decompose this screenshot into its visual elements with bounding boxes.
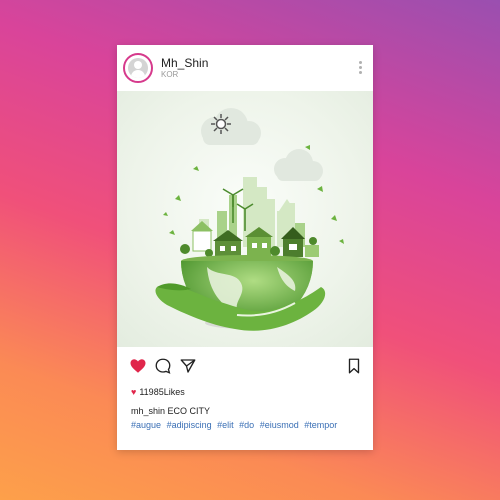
hashtag[interactable]: #augue (131, 420, 161, 430)
post-caption: mh_shin ECO CITY (131, 406, 210, 416)
caption-text: ECO CITY (167, 406, 211, 416)
post-image[interactable] (117, 91, 373, 347)
hashtag[interactable]: #tempor (304, 420, 337, 430)
likes-count[interactable]: ♥ 11985Likes (131, 387, 185, 397)
bookmark-icon[interactable] (345, 357, 363, 375)
heart-icon[interactable] (129, 357, 147, 375)
user-avatar-icon (128, 58, 148, 78)
more-options-icon[interactable] (359, 61, 363, 76)
small-heart-icon: ♥ (131, 387, 137, 397)
eco-city-illustration (155, 108, 344, 331)
send-icon[interactable] (179, 357, 197, 375)
post-card: Mh_Shin KOR ♥ 11985Likes mh_shin ECO CIT… (117, 45, 373, 450)
hashtag[interactable]: #eiusmod (260, 420, 299, 430)
post-header: Mh_Shin KOR (117, 45, 373, 91)
hashtag[interactable]: #elit (217, 420, 234, 430)
likes-label: 11985Likes (139, 387, 185, 397)
comment-icon[interactable] (154, 357, 172, 375)
hashtag[interactable]: #adipiscing (167, 420, 212, 430)
hashtag[interactable]: #do (239, 420, 254, 430)
hashtag-list: #augue #adipiscing #elit #do #eiusmod #t… (131, 420, 340, 430)
post-username[interactable]: Mh_Shin (161, 56, 208, 70)
profile-avatar[interactable] (123, 53, 153, 83)
post-location[interactable]: KOR (161, 70, 178, 79)
caption-username[interactable]: mh_shin (131, 406, 165, 416)
action-bar (117, 355, 373, 379)
